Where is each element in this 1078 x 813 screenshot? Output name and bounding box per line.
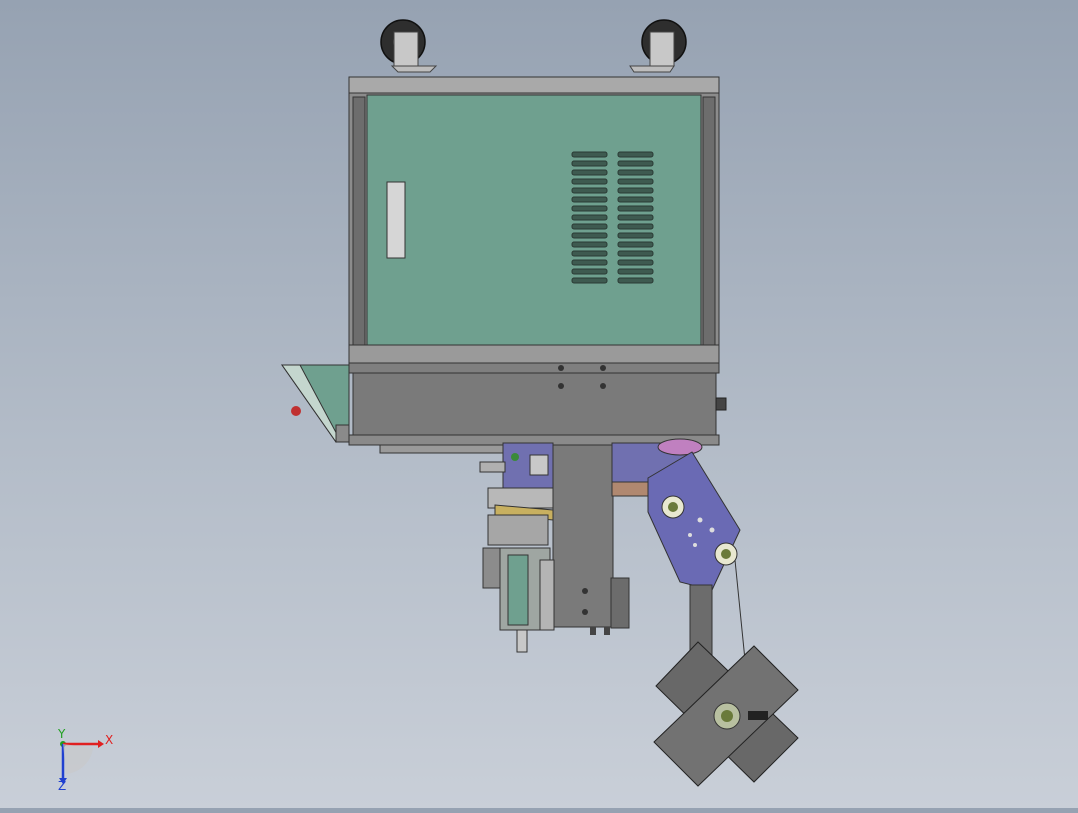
z-axis-label: Z [58,779,66,793]
emergency-stop-button[interactable] [291,406,301,416]
vent-slot [571,160,608,167]
vent-slot [571,205,608,212]
y-axis-label: Y [57,727,66,741]
vent-slot [571,277,608,284]
vent-slot [617,205,654,212]
vent-slot [617,178,654,185]
vent-slot [617,169,654,176]
door-handle[interactable] [386,181,406,259]
vent-slot [571,178,608,185]
cross-mount-plate[interactable] [653,641,799,787]
vent-slot [617,277,654,284]
vent-slot [571,151,608,158]
base-housing[interactable] [348,362,727,446]
vent-slot [617,160,654,167]
vent-slot [617,268,654,275]
swing-arm[interactable] [611,438,749,691]
caster-wheel-left[interactable] [380,19,438,73]
vent-slot [571,169,608,176]
vent-slot [617,196,654,203]
coordinate-triad: X Y Z [57,727,113,793]
cad-viewport[interactable]: X Y Z [0,0,1078,808]
vent-slot [617,232,654,239]
vent-slot [617,223,654,230]
model-canvas[interactable]: X Y Z [0,0,1078,808]
vent-slot [571,232,608,239]
vent-slot [571,223,608,230]
x-axis-label: X [105,733,113,747]
vent-slot [571,187,608,194]
vent-slot [617,241,654,248]
vent-slot [571,259,608,266]
vent-slot [617,214,654,221]
caster-wheel-right[interactable] [629,19,687,73]
feed-mechanism[interactable] [479,442,555,653]
vent-slot [617,151,654,158]
vent-slot [571,214,608,221]
vent-slot [571,268,608,275]
vent-slot [571,241,608,248]
vent-slot [617,259,654,266]
vent-slot [617,250,654,257]
vent-slot [571,250,608,257]
side-hopper[interactable] [281,364,350,443]
vent-slot [617,187,654,194]
vent-slot [571,196,608,203]
electrical-cabinet[interactable] [348,76,720,364]
